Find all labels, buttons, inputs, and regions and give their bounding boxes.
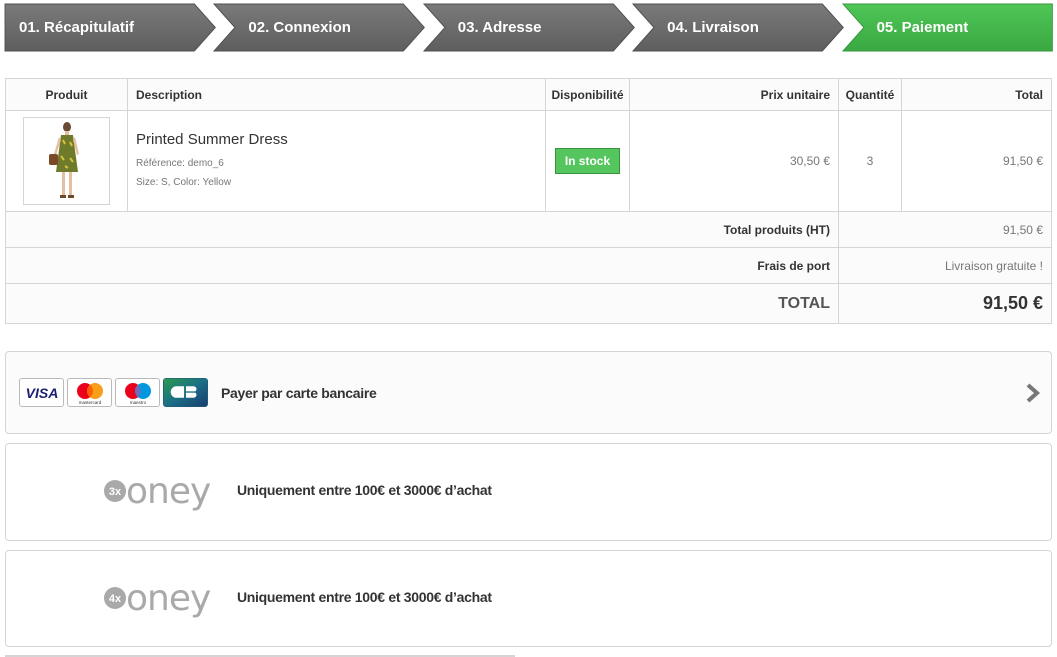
header-availability: Disponibilité <box>545 78 630 111</box>
svg-text:oney: oney <box>126 583 211 619</box>
total-products-row: Total produits (HT) 91,50 € <box>5 211 1052 248</box>
cart-summary-table: Produit Description Disponibilité Prix u… <box>5 78 1052 324</box>
step-label: 02. Connexion <box>248 19 351 36</box>
product-name-link[interactable]: Printed Summer Dress <box>136 131 545 148</box>
product-image[interactable] <box>23 117 110 205</box>
chevron-right-icon <box>1026 383 1041 403</box>
quantity-cell: 3 <box>838 110 902 212</box>
shipping-value: Livraison gratuite ! <box>838 247 1052 284</box>
checkout-steps: 01. Récapitulatif 02. Connexion 03. Adre… <box>4 3 1053 52</box>
total-products-label: Total produits (HT) <box>5 211 839 248</box>
step-login[interactable]: 02. Connexion <box>213 3 426 52</box>
step-shipping[interactable]: 04. Livraison <box>632 3 845 52</box>
maestro-icon: maestro <box>115 378 160 407</box>
table-row: Printed Summer Dress Référence: demo_6 S… <box>5 110 1052 212</box>
step-payment: 05. Paiement <box>841 3 1053 52</box>
header-total: Total <box>901 78 1052 111</box>
cb-icon <box>163 378 208 407</box>
oney-4x-logo-icon: 4x oney <box>104 583 212 619</box>
availability-cell: In stock <box>545 110 630 212</box>
step-summary[interactable]: 01. Récapitulatif <box>4 3 216 52</box>
in-stock-badge: In stock <box>554 148 621 174</box>
oney-3x-condition: Uniquement entre 100€ et 3000€ d’achat <box>237 482 492 498</box>
step-label: 05. Paiement <box>876 19 969 36</box>
svg-text:4x: 4x <box>109 593 122 605</box>
oney-4x-condition: Uniquement entre 100€ et 3000€ d’achat <box>237 589 492 605</box>
svg-text:maestro: maestro <box>129 400 146 405</box>
svg-text:oney: oney <box>126 476 211 512</box>
grand-total-label: TOTAL <box>5 283 839 324</box>
svg-text:mastercard: mastercard <box>78 400 101 405</box>
product-image-cell <box>5 110 128 212</box>
oney-3x-option[interactable]: 3x oney Uniquement entre 100€ et 3000€ d… <box>5 443 1052 541</box>
visa-icon: VISA <box>19 378 64 407</box>
pay-by-card-label: Payer par carte bancaire <box>221 385 377 401</box>
shipping-row: Frais de port Livraison gratuite ! <box>5 247 1052 284</box>
unit-price-cell: 30,50 € <box>629 110 839 212</box>
product-description-cell: Printed Summer Dress Référence: demo_6 S… <box>127 110 546 212</box>
step-label: 01. Récapitulatif <box>19 19 135 36</box>
table-header-row: Produit Description Disponibilité Prix u… <box>5 78 1052 111</box>
svg-text:3x: 3x <box>109 486 122 498</box>
step-label: 03. Adresse <box>457 19 542 36</box>
svg-text:VISA: VISA <box>25 385 58 401</box>
dress-image <box>48 122 79 198</box>
grand-total-value: 91,50 € <box>838 283 1052 324</box>
pay-by-card-option[interactable]: VISA mastercard maestro Payer par carte … <box>5 351 1052 434</box>
product-reference: Référence: demo_6 <box>136 157 224 169</box>
header-quantity: Quantité <box>838 78 902 111</box>
mastercard-icon: mastercard <box>67 378 112 407</box>
oney-3x-logo-icon: 3x oney <box>104 476 212 512</box>
oney-4x-option[interactable]: 4x oney Uniquement entre 100€ et 3000€ d… <box>5 550 1052 647</box>
grand-total-row: TOTAL 91,50 € <box>5 283 1052 324</box>
header-product: Produit <box>5 78 128 111</box>
step-label: 04. Livraison <box>667 19 759 36</box>
card-brand-logos: VISA mastercard maestro <box>19 378 208 407</box>
header-unit-price: Prix unitaire <box>629 78 839 111</box>
shipping-label: Frais de port <box>5 247 839 284</box>
total-products-value: 91,50 € <box>838 211 1052 248</box>
step-address[interactable]: 03. Adresse <box>422 3 635 52</box>
product-attributes: Size: S, Color: Yellow <box>136 176 232 188</box>
line-total-cell: 91,50 € <box>901 110 1052 212</box>
header-description: Description <box>127 78 546 111</box>
